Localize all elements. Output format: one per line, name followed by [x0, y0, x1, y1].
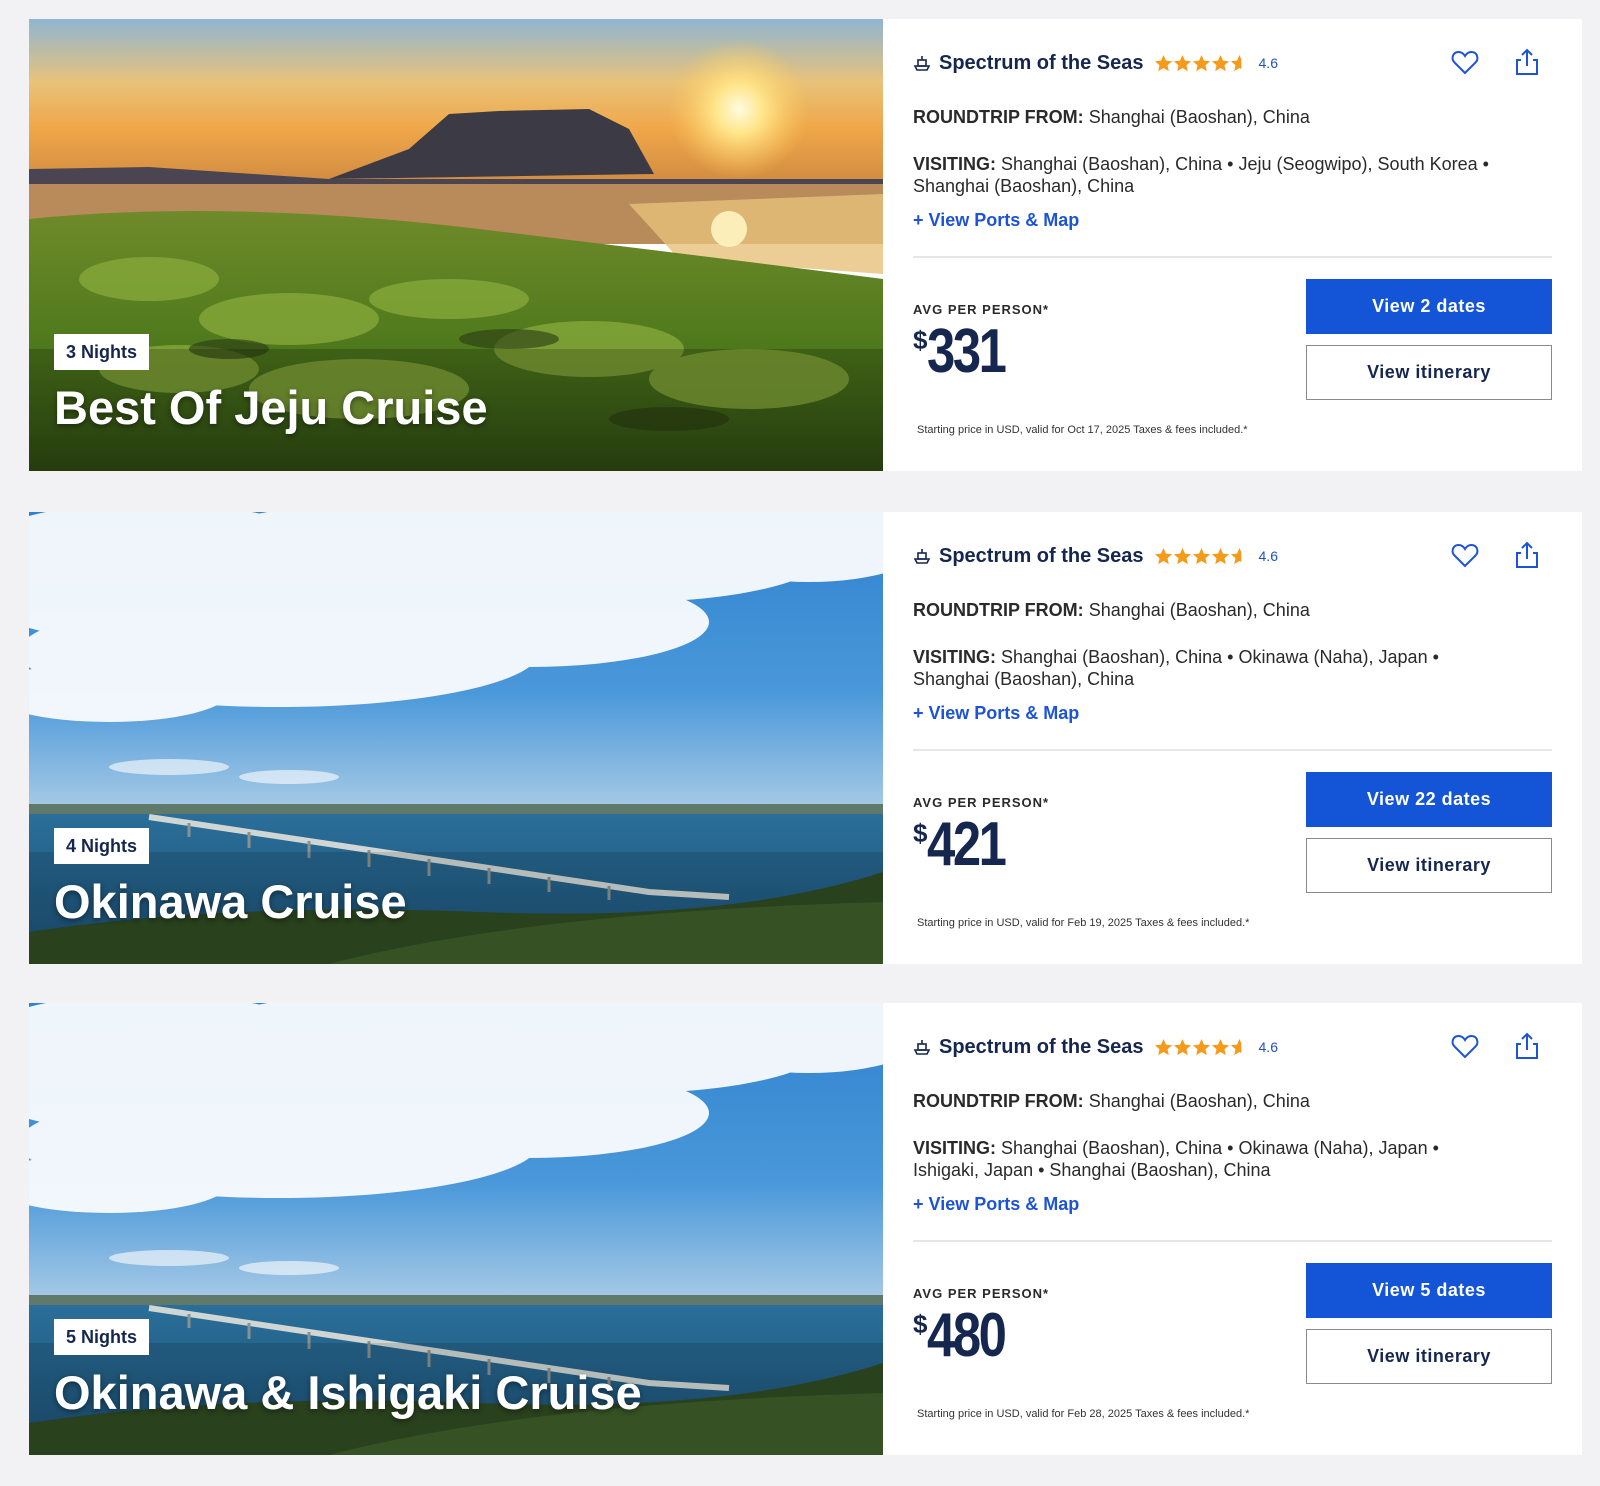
star-icon [1192, 1038, 1210, 1055]
price: $ 421 [913, 812, 1022, 878]
star-icon [1154, 547, 1172, 564]
ship-name[interactable]: Spectrum of the Seas [939, 1036, 1144, 1059]
cruise-title[interactable]: Okinawa & Ishigaki Cruise [54, 1367, 642, 1419]
roundtrip-port: Shanghai (Baoshan), China [1088, 107, 1310, 127]
view-ports-map-link[interactable]: + View Ports & Map [913, 1194, 1079, 1215]
heart-icon[interactable] [1450, 47, 1480, 77]
price-note: Starting price in USD, valid for Feb 28,… [917, 1408, 1250, 1420]
view-itinerary-button[interactable]: View itinerary [1306, 1329, 1552, 1384]
price-amount: 331 [927, 317, 1007, 386]
star-icon [1192, 54, 1210, 71]
avg-per-person-label: AVG PER PERSON* [913, 302, 1050, 317]
cruise-card: 4 Nights Okinawa Cruise Spectrum of the … [29, 512, 1582, 964]
share-icon[interactable] [1512, 1031, 1542, 1061]
star-icon [1211, 547, 1229, 564]
visiting-label: VISITING: [913, 1138, 997, 1158]
roundtrip-port: Shanghai (Baoshan), China [1088, 1091, 1310, 1111]
star-rating [1154, 54, 1249, 73]
star-icon [1173, 54, 1191, 71]
half-star-icon [1230, 1038, 1241, 1055]
view-ports-map-link[interactable]: + View Ports & Map [913, 210, 1079, 231]
ship-icon [913, 56, 931, 71]
visiting-ports: Shanghai (Baoshan), China • Jeju (Seogwi… [913, 154, 1489, 196]
star-icon [1211, 54, 1229, 71]
ship-icon [913, 549, 931, 564]
visiting-info: VISITING: Shanghai (Baoshan), China • Ok… [913, 646, 1503, 690]
star-icon [1211, 1038, 1229, 1055]
view-dates-button[interactable]: View 22 dates [1306, 772, 1552, 827]
ship-name[interactable]: Spectrum of the Seas [939, 52, 1144, 75]
visiting-info: VISITING: Shanghai (Baoshan), China • Je… [913, 153, 1503, 197]
half-star-icon [1230, 547, 1241, 564]
star-icon [1173, 1038, 1191, 1055]
currency-symbol: $ [913, 325, 928, 355]
share-icon[interactable] [1512, 540, 1542, 570]
cruise-photo[interactable]: 4 Nights Okinawa Cruise [29, 512, 883, 964]
ship-row: Spectrum of the Seas 4.6 [913, 1035, 1278, 1059]
currency-symbol: $ [913, 818, 928, 848]
star-rating [1154, 1038, 1249, 1057]
divider [913, 1240, 1552, 1242]
rating-value: 4.6 [1258, 1039, 1278, 1055]
view-itinerary-button[interactable]: View itinerary [1306, 838, 1552, 893]
roundtrip-info: ROUNDTRIP FROM: Shanghai (Baoshan), Chin… [913, 107, 1310, 128]
cruise-photo[interactable]: 3 Nights Best Of Jeju Cruise [29, 19, 883, 471]
cruise-details: Spectrum of the Seas 4.6 ROUNDTRIP FROM:… [883, 19, 1582, 471]
visiting-label: VISITING: [913, 154, 997, 174]
half-star-icon [1230, 54, 1241, 71]
heart-icon[interactable] [1450, 1031, 1480, 1061]
price: $ 480 [913, 1303, 1022, 1369]
roundtrip-label: ROUNDTRIP FROM: [913, 107, 1084, 127]
roundtrip-port: Shanghai (Baoshan), China [1088, 600, 1310, 620]
ship-row: Spectrum of the Seas 4.6 [913, 544, 1278, 568]
avg-per-person-label: AVG PER PERSON* [913, 795, 1050, 810]
price-note: Starting price in USD, valid for Feb 19,… [917, 917, 1250, 929]
view-dates-button[interactable]: View 2 dates [1306, 279, 1552, 334]
view-dates-button[interactable]: View 5 dates [1306, 1263, 1552, 1318]
cruise-details: Spectrum of the Seas 4.6 ROUNDTRIP FROM:… [883, 1003, 1582, 1455]
nights-badge: 3 Nights [54, 334, 150, 370]
heart-icon[interactable] [1450, 540, 1480, 570]
visiting-label: VISITING: [913, 647, 997, 667]
star-rating [1154, 547, 1249, 566]
ship-row: Spectrum of the Seas 4.6 [913, 51, 1278, 75]
cruise-card: 3 Nights Best Of Jeju Cruise Spectrum of… [29, 19, 1582, 471]
share-icon[interactable] [1512, 47, 1542, 77]
roundtrip-info: ROUNDTRIP FROM: Shanghai (Baoshan), Chin… [913, 1091, 1310, 1112]
cruise-card: 5 Nights Okinawa & Ishigaki Cruise Spect… [29, 1003, 1582, 1455]
roundtrip-info: ROUNDTRIP FROM: Shanghai (Baoshan), Chin… [913, 600, 1310, 621]
rating-value: 4.6 [1258, 548, 1278, 564]
cruise-title[interactable]: Okinawa Cruise [54, 876, 407, 928]
star-icon [1154, 1038, 1172, 1055]
price: $ 331 [913, 319, 1022, 385]
visiting-info: VISITING: Shanghai (Baoshan), China • Ok… [913, 1137, 1503, 1181]
nights-badge: 4 Nights [54, 828, 150, 864]
cruise-details: Spectrum of the Seas 4.6 ROUNDTRIP FROM:… [883, 512, 1582, 964]
divider [913, 256, 1552, 258]
view-ports-map-link[interactable]: + View Ports & Map [913, 703, 1079, 724]
star-icon [1173, 547, 1191, 564]
star-icon [1192, 547, 1210, 564]
divider [913, 749, 1552, 751]
roundtrip-label: ROUNDTRIP FROM: [913, 1091, 1084, 1111]
view-itinerary-button[interactable]: View itinerary [1306, 345, 1552, 400]
price-note: Starting price in USD, valid for Oct 17,… [917, 424, 1248, 436]
nights-badge: 5 Nights [54, 1319, 150, 1355]
star-icon [1154, 54, 1172, 71]
avg-per-person-label: AVG PER PERSON* [913, 1286, 1050, 1301]
currency-symbol: $ [913, 1309, 928, 1339]
rating-value: 4.6 [1258, 55, 1278, 71]
cruise-title[interactable]: Best Of Jeju Cruise [54, 382, 488, 434]
roundtrip-label: ROUNDTRIP FROM: [913, 600, 1084, 620]
price-amount: 480 [927, 1301, 1007, 1370]
cruise-photo[interactable]: 5 Nights Okinawa & Ishigaki Cruise [29, 1003, 883, 1455]
ship-name[interactable]: Spectrum of the Seas [939, 545, 1144, 568]
ship-icon [913, 1040, 931, 1055]
price-amount: 421 [927, 810, 1007, 879]
